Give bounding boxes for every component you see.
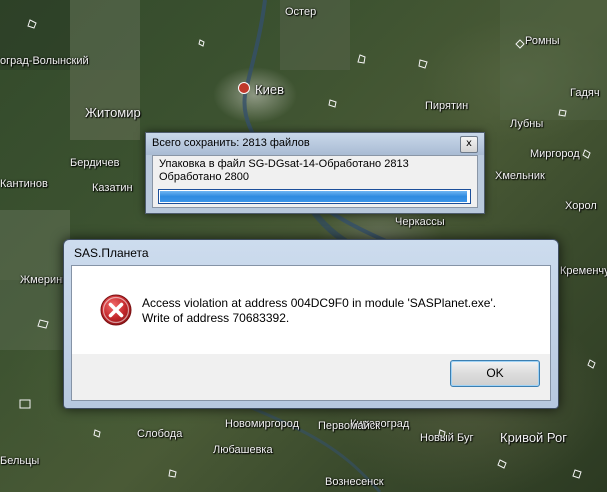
map-label-lyubashevka: Любашевка xyxy=(213,444,273,456)
map-label-romny: Ромны xyxy=(525,35,560,47)
dialog-client-area: Access violation at address 004DC9F0 in … xyxy=(71,265,551,401)
close-button[interactable]: x xyxy=(460,136,478,153)
map-label-novograd: оград-Волынский xyxy=(0,55,89,67)
map-label-piryatin: Пирятин xyxy=(425,100,469,112)
map-label-berdichev: Бердичев xyxy=(70,157,120,169)
map-label-novy-bug: Новый Буг xyxy=(420,432,474,444)
progress-bar xyxy=(158,189,471,204)
map-label-kremenchug: Кременчуг xyxy=(560,265,607,277)
ok-button[interactable]: OK xyxy=(450,360,540,387)
error-dialog: SAS.Планета Access violation at address … xyxy=(63,239,559,409)
progress-bar-fill xyxy=(160,191,468,202)
dialog-message-area: Access violation at address 004DC9F0 in … xyxy=(72,266,550,354)
map-label-kazatin: Казатин xyxy=(92,182,133,194)
map-label-novomir: Новомиргород xyxy=(225,418,300,430)
progress-processed-line: Обработано 2800 xyxy=(159,171,250,183)
map-label-kiev: Киев xyxy=(255,82,284,97)
map-label-ostr: Остер xyxy=(285,6,317,18)
error-message: Access violation at address 004DC9F0 in … xyxy=(142,296,497,325)
map-label-gadyach: Гадяч xyxy=(570,87,600,99)
map-label-mirgorod: Миргород xyxy=(530,148,580,160)
current-location-marker xyxy=(238,82,250,94)
dialog-title: SAS.Планета xyxy=(74,246,149,260)
map-label-lubny: Лубны xyxy=(510,118,544,130)
map-label-khmelnik: Хмельник xyxy=(495,170,545,182)
progress-status-line: Упаковка в файл SG-DGsat-14-Обработано 2… xyxy=(159,158,409,170)
map-label-voznesensk: Вознесенск xyxy=(325,476,384,488)
progress-titlebar[interactable]: Всего сохранить: 2813 файлов x xyxy=(146,133,484,155)
save-progress-window: Всего сохранить: 2813 файлов x Упаковка … xyxy=(145,132,485,214)
map-label-cherkassy: Черкассы xyxy=(395,216,445,228)
close-icon: x xyxy=(466,138,472,149)
map-label-sloboda: Слобода xyxy=(137,428,183,440)
map-label-khorol: Хорол xyxy=(565,200,597,212)
progress-body: Упаковка в файл SG-DGsat-14-Обработано 2… xyxy=(152,155,478,208)
error-icon xyxy=(100,294,132,326)
map-label-zhytomyr: Житомир xyxy=(85,105,141,120)
progress-title: Всего сохранить: 2813 файлов xyxy=(152,137,310,149)
map-label-beltsy: Бельцы xyxy=(0,455,40,467)
map-label-kantinov: Кантинов xyxy=(0,178,48,190)
map-label-krivoy-rog: Кривой Рог xyxy=(500,430,567,445)
map-label-pervomaysk: Первомайск xyxy=(318,420,381,432)
